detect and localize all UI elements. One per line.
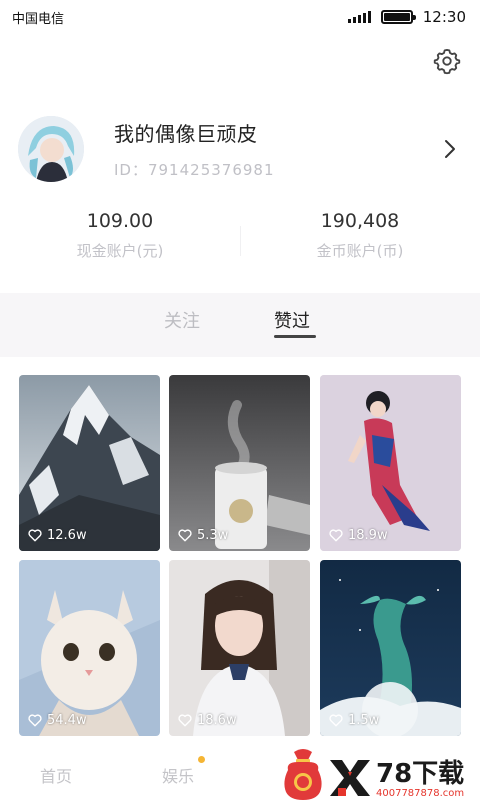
status-indicators: 12:30 xyxy=(347,8,466,26)
settings-button[interactable] xyxy=(430,44,464,78)
mountain-thumbnail xyxy=(19,375,160,551)
humidifier-thumbnail xyxy=(169,375,310,551)
like-count: 1.5w xyxy=(329,713,379,728)
cash-account[interactable]: 109.00 现金账户(元) xyxy=(0,210,240,280)
like-count: 18.6w xyxy=(178,713,237,728)
battery-icon xyxy=(380,10,416,24)
nav-entertainment[interactable]: 娱乐 xyxy=(162,763,194,787)
gear-icon xyxy=(433,48,461,75)
profile-info: 我的偶像巨顽皮 ID：791425376981 xyxy=(114,118,440,180)
like-count-text: 12.6w xyxy=(47,528,87,543)
grid-item-cat[interactable]: 54.4w xyxy=(19,560,160,736)
heart-icon xyxy=(178,529,192,542)
like-count-text: 18.6w xyxy=(197,713,237,728)
nav-home[interactable]: 首页 xyxy=(40,763,72,787)
stat-divider xyxy=(240,226,241,256)
like-count: 18.9w xyxy=(329,528,388,543)
grid-item-qipao[interactable]: 18.9w xyxy=(320,375,461,551)
tab-liked[interactable]: 赞过 xyxy=(274,307,310,333)
profile-header[interactable]: 我的偶像巨顽皮 ID：791425376981 xyxy=(18,116,468,182)
svg-text:78下载: 78下载 xyxy=(376,759,464,789)
clock: 12:30 xyxy=(422,8,466,26)
grid-item-mountain[interactable]: 12.6w xyxy=(19,375,160,551)
grid-item-girl[interactable]: 18.6w xyxy=(169,560,310,736)
cat-thumbnail xyxy=(19,560,160,736)
tab-following[interactable]: 关注 xyxy=(164,307,200,333)
heart-icon xyxy=(178,714,192,727)
lucky-bag-icon xyxy=(284,749,322,800)
notification-dot xyxy=(198,756,205,763)
coin-account[interactable]: 190,408 金币账户(币) xyxy=(240,210,480,280)
signal-icon xyxy=(347,11,371,23)
heart-icon xyxy=(28,529,42,542)
chevron-right-icon[interactable] xyxy=(440,137,460,161)
coin-label: 金币账户(币) xyxy=(316,242,404,260)
qipao-thumbnail xyxy=(320,375,461,551)
avatar[interactable] xyxy=(18,116,84,182)
like-count: 54.4w xyxy=(28,713,87,728)
like-count-text: 54.4w xyxy=(47,713,87,728)
user-id: ID：791425376981 xyxy=(114,161,275,179)
cash-label: 现金账户(元) xyxy=(76,242,164,260)
account-stats: 109.00 现金账户(元) 190,408 金币账户(币) xyxy=(0,210,480,280)
svg-text:4007787878.com: 4007787878.com xyxy=(376,788,464,799)
cash-value: 109.00 xyxy=(86,210,154,232)
lucky-bag-button[interactable] xyxy=(276,746,330,800)
girl-thumbnail xyxy=(169,560,310,736)
heart-icon xyxy=(329,714,343,727)
whale-thumbnail xyxy=(320,560,461,736)
heart-icon xyxy=(28,714,42,727)
like-count: 5.3w xyxy=(178,528,228,543)
heart-icon xyxy=(329,529,343,542)
tab-bar: 关注 赞过 xyxy=(0,293,480,357)
carrier-label: 中国电信 xyxy=(12,11,65,27)
coin-value: 190,408 xyxy=(320,210,400,232)
tab-active-indicator xyxy=(274,335,316,338)
watermark-logo: 78下载 4007787878.com xyxy=(326,752,480,800)
like-count-text: 5.3w xyxy=(197,528,229,543)
grid-item-humidifier[interactable]: 5.3w xyxy=(169,375,310,551)
grid-item-whale[interactable]: 1.5w xyxy=(320,560,461,736)
like-count-text: 18.9w xyxy=(348,528,388,543)
like-count: 12.6w xyxy=(28,528,87,543)
username: 我的偶像巨顽皮 xyxy=(114,122,258,146)
like-count-text: 1.5w xyxy=(348,713,380,728)
status-bar: 中国电信 12:30 xyxy=(0,0,480,34)
